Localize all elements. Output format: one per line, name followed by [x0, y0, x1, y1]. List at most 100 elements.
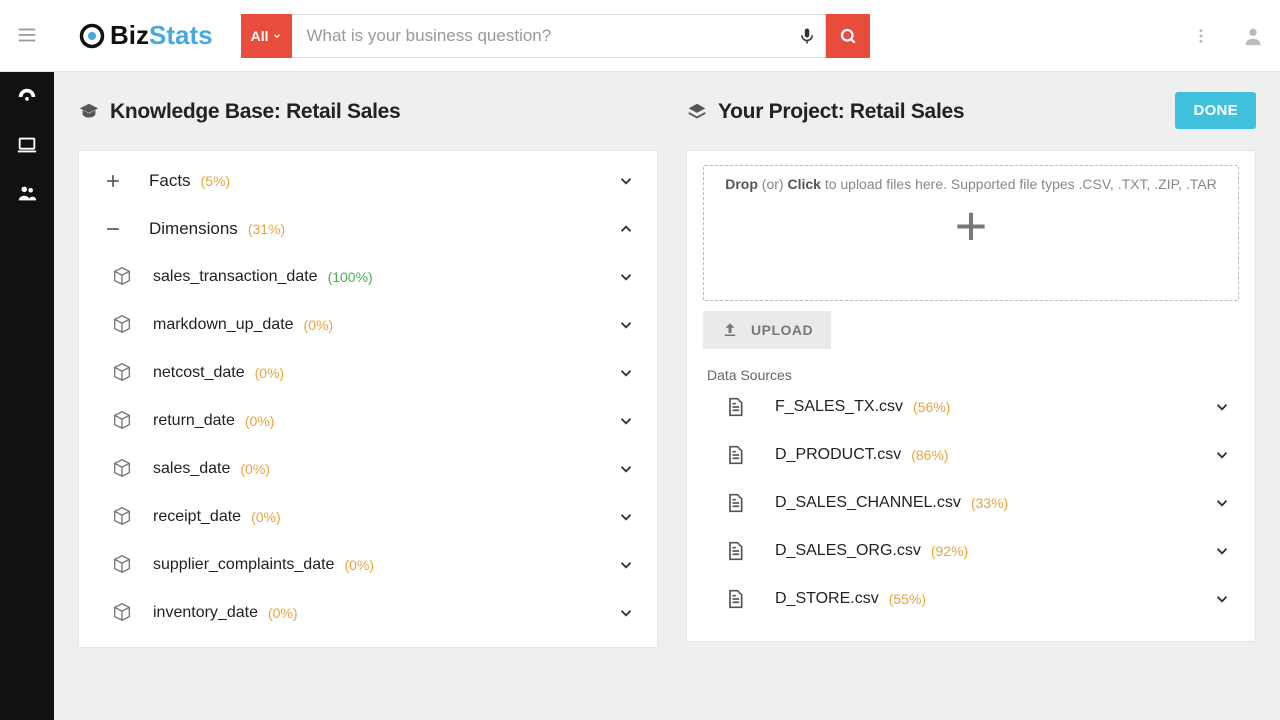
data-source-item[interactable]: D_SALES_CHANNEL.csv(33%) — [703, 479, 1239, 527]
chevron-down-icon — [617, 460, 635, 478]
dimensions-row[interactable]: Dimensions (31%) — [79, 205, 657, 253]
chevron-down-icon — [617, 508, 635, 526]
plus-icon — [101, 171, 125, 191]
dimension-label: return_date — [153, 412, 235, 430]
user-icon[interactable] — [1242, 25, 1264, 47]
dropzone[interactable]: Drop (or) Click to upload files here. Su… — [703, 165, 1239, 301]
data-source-pct: (55%) — [889, 591, 926, 607]
data-source-pct: (56%) — [913, 399, 950, 415]
more-vertical-icon[interactable] — [1192, 27, 1210, 45]
search-category-label: All — [251, 28, 269, 44]
chevron-down-icon — [272, 31, 282, 41]
dimension-pct: (0%) — [255, 365, 285, 381]
chevron-down-icon — [1213, 590, 1231, 608]
chevron-down-icon — [1213, 398, 1231, 416]
data-source-label: D_SALES_ORG.csv — [775, 542, 921, 560]
header-right — [1192, 25, 1264, 47]
project-title: Your Project: Retail Sales — [686, 100, 1256, 124]
rail-dashboard-icon[interactable] — [16, 86, 38, 108]
dz-drop: Drop — [725, 176, 758, 192]
project-card: Drop (or) Click to upload files here. Su… — [686, 150, 1256, 642]
data-source-item[interactable]: F_SALES_TX.csv (56%) — [703, 383, 1239, 431]
logo-biz: Biz — [110, 20, 149, 51]
data-source-item[interactable]: D_SALES_ORG.csv(92%) — [703, 527, 1239, 575]
dimension-item[interactable]: markdown_up_date(0%) — [79, 301, 657, 349]
done-button[interactable]: DONE — [1175, 92, 1256, 129]
dimensions-pct: (31%) — [248, 221, 285, 237]
dimension-item[interactable]: inventory_date (0%) — [79, 589, 657, 637]
file-icon — [725, 397, 745, 417]
chevron-down-icon — [1213, 542, 1231, 560]
facts-label: Facts — [149, 171, 191, 191]
dimension-item[interactable]: supplier_complaints_date (0%) — [79, 541, 657, 589]
data-source-label: D_STORE.csv — [775, 590, 879, 608]
chevron-down-icon — [617, 412, 635, 430]
kb-title: Knowledge Base: Retail Sales — [78, 100, 658, 124]
data-source-label: D_PRODUCT.csv — [775, 446, 901, 464]
dimension-label: sales_transaction_date — [153, 268, 318, 286]
left-rail — [0, 72, 54, 720]
cube-icon — [111, 409, 135, 433]
dimensions-label: Dimensions — [149, 219, 238, 239]
facts-row[interactable]: Facts (5%) — [79, 157, 657, 205]
dimension-label: sales_date — [153, 460, 230, 478]
dimension-label: receipt_date — [153, 508, 241, 526]
kb-card: Facts (5%) Dimensions (31%) sales_transa… — [78, 150, 658, 648]
dimension-item[interactable]: return_date (0%) — [79, 397, 657, 445]
search-bar: All — [241, 14, 871, 58]
logo-icon — [78, 22, 106, 50]
chevron-down-icon — [617, 268, 635, 286]
dimension-pct: (100%) — [328, 269, 373, 285]
dimension-label: netcost_date — [153, 364, 245, 382]
search-button[interactable] — [826, 14, 870, 58]
chevron-down-icon — [617, 316, 635, 334]
dimension-pct: (0%) — [304, 317, 334, 333]
cap-icon — [78, 101, 100, 123]
main-content: Knowledge Base: Retail Sales Facts (5%) … — [54, 72, 1280, 720]
minus-icon — [101, 219, 125, 239]
data-source-pct: (86%) — [911, 447, 948, 463]
hamburger-menu-icon[interactable] — [16, 24, 40, 48]
dimension-pct: (0%) — [240, 461, 270, 477]
upload-button[interactable]: UPLOAD — [703, 311, 831, 349]
search-category-dropdown[interactable]: All — [241, 14, 293, 58]
dimension-item[interactable]: receipt_date(0%) — [79, 493, 657, 541]
dimension-pct: (0%) — [245, 413, 275, 429]
dropzone-plus-icon: + — [955, 198, 988, 254]
data-source-item[interactable]: D_PRODUCT.csv (86%) — [703, 431, 1239, 479]
data-source-item[interactable]: D_STORE.csv (55%) — [703, 575, 1239, 623]
dimension-item[interactable]: netcost_date (0%) — [79, 349, 657, 397]
cube-icon — [111, 601, 135, 625]
data-source-label: D_SALES_CHANNEL.csv — [775, 494, 961, 512]
data-source-label: F_SALES_TX.csv — [775, 398, 903, 416]
dimension-label: inventory_date — [153, 604, 258, 622]
chevron-down-icon — [617, 364, 635, 382]
chevron-down-icon — [617, 172, 635, 190]
logo-stats: Stats — [149, 20, 213, 51]
file-icon — [725, 445, 745, 465]
microphone-icon[interactable] — [798, 27, 816, 45]
dimension-label: supplier_complaints_date — [153, 556, 334, 574]
kb-title-text: Knowledge Base: Retail Sales — [110, 100, 400, 124]
rail-users-icon[interactable] — [16, 182, 38, 204]
project-panel: Your Project: Retail Sales DONE Drop (or… — [686, 100, 1256, 700]
dimension-item[interactable]: sales_transaction_date (100%) — [79, 253, 657, 301]
layers-icon — [686, 101, 708, 123]
file-icon — [725, 589, 745, 609]
chevron-down-icon — [617, 604, 635, 622]
cube-icon — [111, 313, 135, 337]
rail-laptop-icon[interactable] — [16, 134, 38, 156]
search-icon — [839, 27, 857, 45]
dropzone-text: Drop (or) Click to upload files here. Su… — [725, 176, 1217, 192]
file-icon — [725, 541, 745, 561]
search-input[interactable] — [292, 14, 826, 58]
chevron-down-icon — [617, 556, 635, 574]
cube-icon — [111, 505, 135, 529]
dimension-pct: (0%) — [344, 557, 374, 573]
dimension-pct: (0%) — [268, 605, 298, 621]
cube-icon — [111, 265, 135, 289]
file-icon — [725, 493, 745, 513]
project-title-text: Your Project: Retail Sales — [718, 100, 964, 124]
logo[interactable]: BizStats — [78, 20, 213, 51]
dimension-item[interactable]: sales_date (0%) — [79, 445, 657, 493]
